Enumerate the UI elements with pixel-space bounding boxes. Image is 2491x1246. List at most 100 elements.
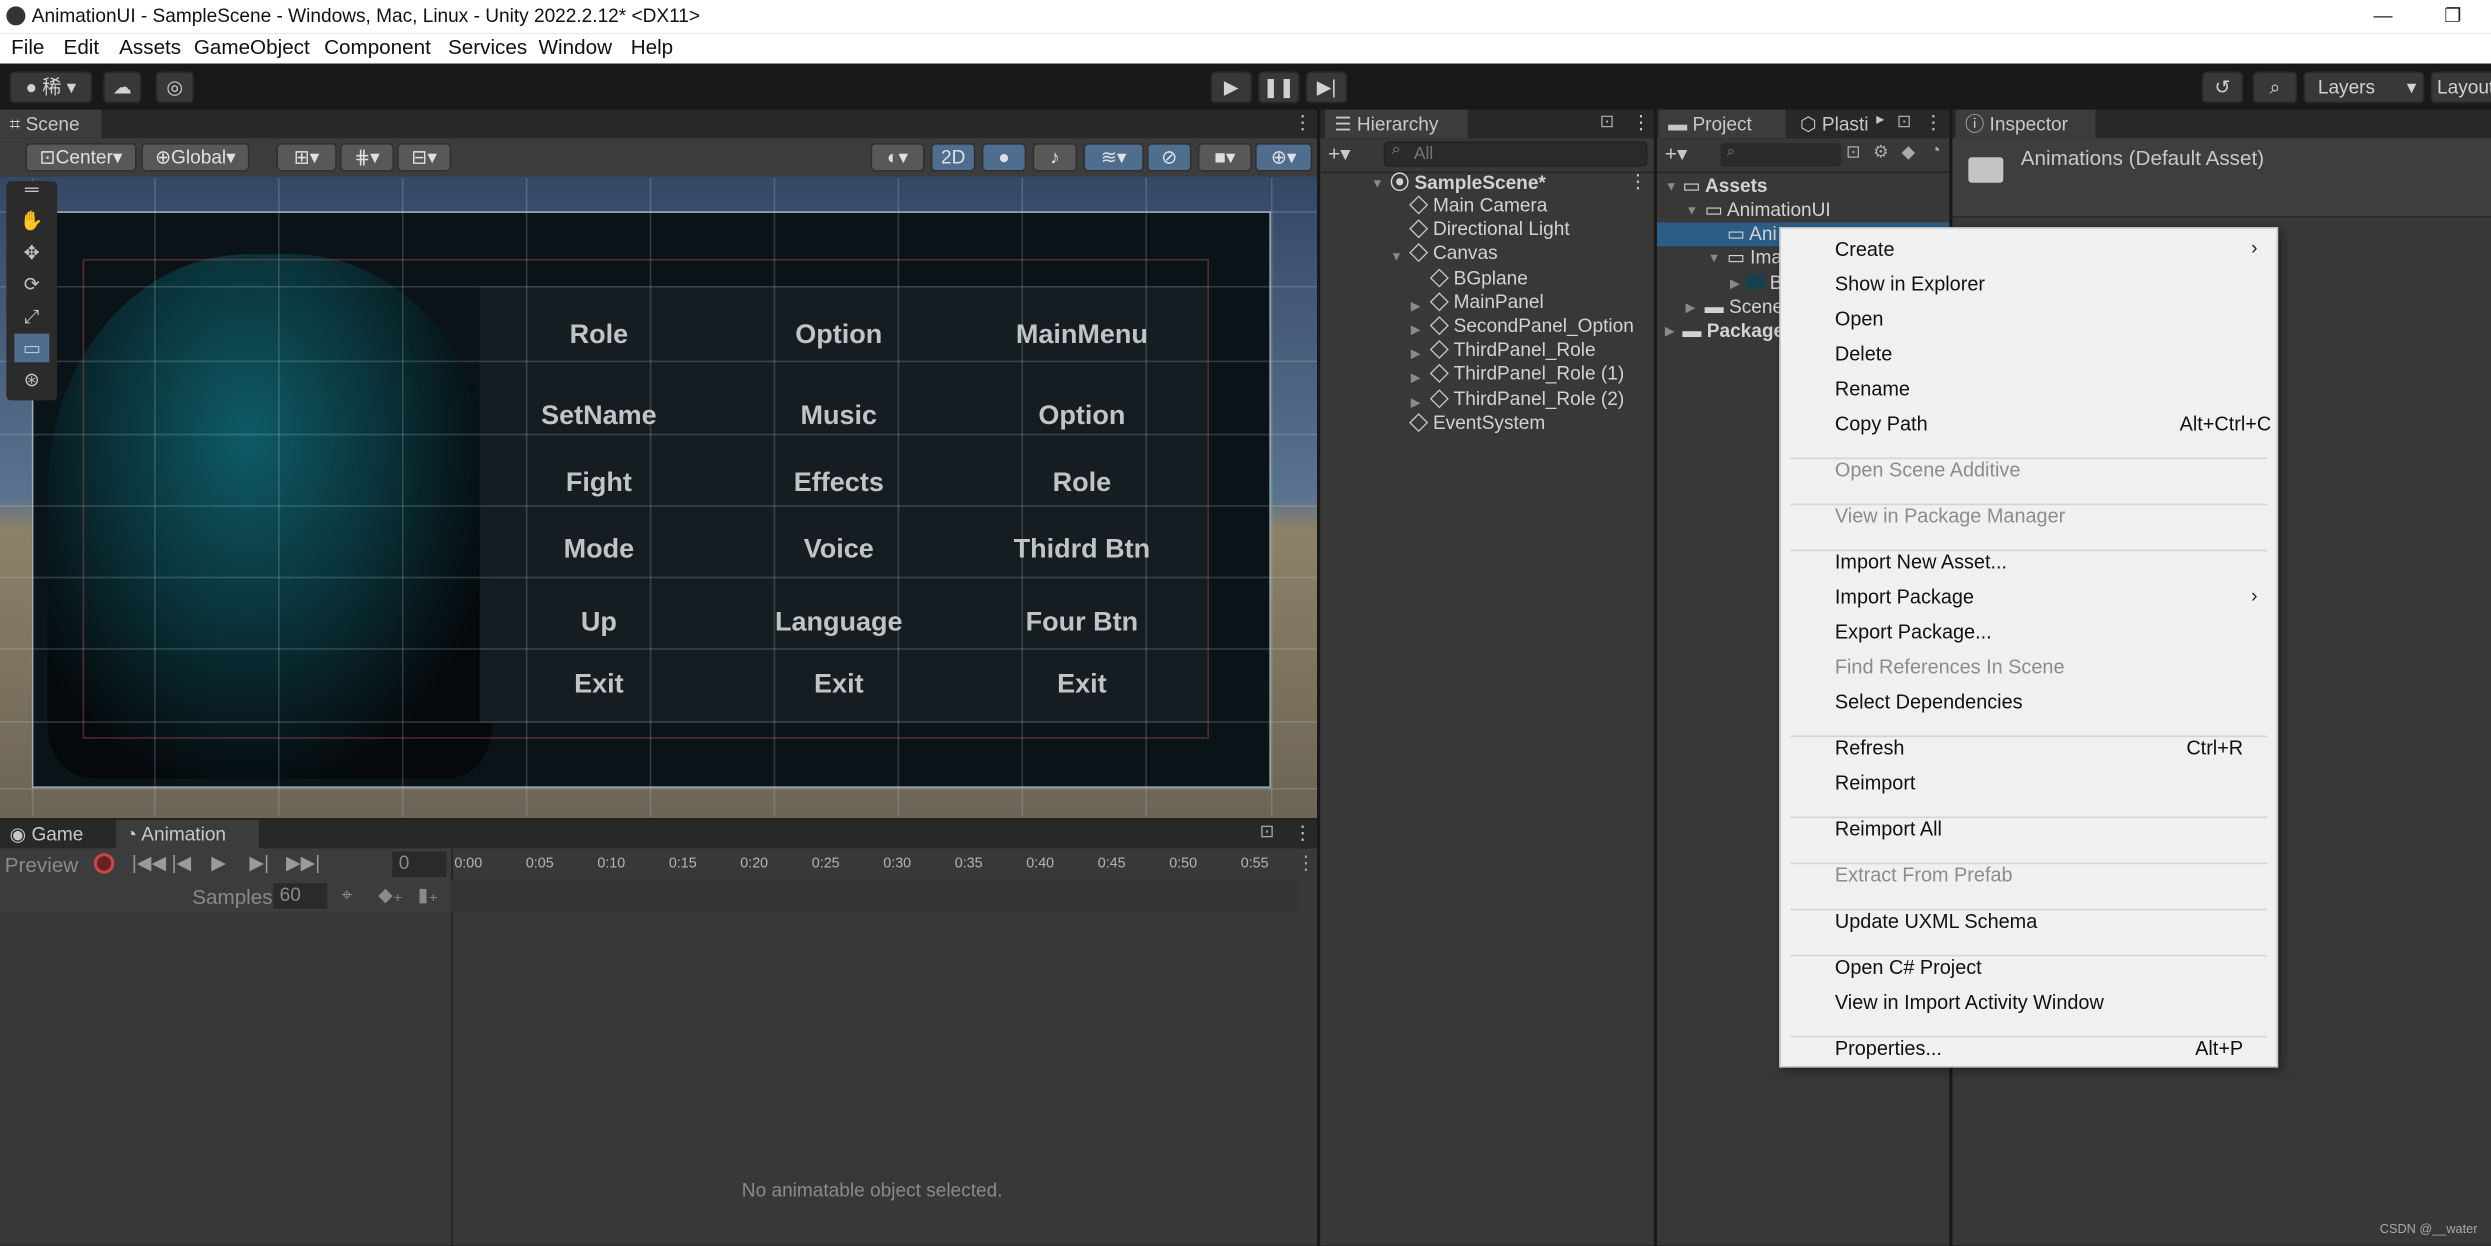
collab-button[interactable]: ◎: [155, 71, 194, 104]
hierarchy-item[interactable]: Main Camera: [1409, 194, 1547, 216]
menu-edit[interactable]: Edit: [64, 35, 100, 59]
project-images[interactable]: ▭ Ima: [1727, 246, 1782, 268]
context-menu-item[interactable]: Update UXML Schema: [1835, 910, 2037, 932]
hierarchy-item[interactable]: ThirdPanel_Role: [1429, 339, 1596, 361]
tab-animation[interactable]: ◔ Animation: [115, 819, 259, 849]
layers-dropdown[interactable]: Layers ▾: [2303, 71, 2425, 104]
expand-arrow-icon[interactable]: ▼: [1371, 176, 1384, 190]
hierarchy-search-input[interactable]: [1383, 141, 1648, 167]
hierarchy-item[interactable]: Directional Light: [1409, 218, 1570, 240]
samples-input[interactable]: 60: [273, 883, 328, 909]
tab-plastic[interactable]: ⬡ Plasti: [1790, 110, 1885, 139]
menu-component[interactable]: Component: [324, 35, 431, 59]
context-menu-item[interactable]: Show in Explorer: [1835, 273, 1985, 295]
expand-arrow-icon[interactable]: ▼: [1686, 203, 1699, 217]
kebab-menu-icon[interactable]: ⋮: [1628, 170, 1647, 192]
context-menu-item[interactable]: Open: [1835, 308, 1884, 330]
favorites-icon[interactable]: ◔: [1930, 141, 1941, 160]
tab-inspector[interactable]: ⓘ Inspector: [1955, 109, 2096, 139]
transform-tool-icon[interactable]: ⊛: [14, 365, 49, 394]
hierarchy-item[interactable]: ThirdPanel_Role (2): [1429, 387, 1624, 409]
lock-icon[interactable]: ⊡: [1600, 111, 1615, 132]
expand-arrow-icon[interactable]: ▼: [1390, 250, 1403, 264]
scene-ui-button[interactable]: Exit: [480, 669, 718, 701]
context-menu-item[interactable]: Open C# Project: [1835, 956, 1982, 978]
layout-dropdown[interactable]: Layout: [2430, 71, 2491, 104]
expand-arrow-icon[interactable]: ▶: [1411, 395, 1421, 409]
project-animationui[interactable]: ▭ AnimationUI: [1705, 199, 1831, 221]
search-type-icon[interactable]: ⊡: [1846, 141, 1861, 162]
expand-arrow-icon[interactable]: ▶: [1411, 322, 1421, 336]
draw-mode-dropdown[interactable]: ◐▾: [870, 142, 925, 172]
tab-game[interactable]: ◉ Game: [0, 820, 114, 849]
audio-toggle[interactable]: ♪: [1032, 142, 1078, 172]
add-keyframe-icon[interactable]: ⌖: [342, 883, 353, 907]
rect-tool-icon[interactable]: ▭: [14, 333, 50, 363]
mode-2d-button[interactable]: 2D: [930, 142, 976, 172]
scene-ui-button[interactable]: Role: [963, 467, 1201, 499]
kebab-menu-icon[interactable]: ⋮: [1293, 111, 1312, 133]
hierarchy-item[interactable]: ThirdPanel_Role (1): [1429, 363, 1624, 385]
scene-ui-button[interactable]: Up: [480, 607, 718, 639]
cloud-button[interactable]: ☁: [103, 71, 142, 104]
kebab-menu-icon[interactable]: ⋮: [1293, 821, 1312, 843]
tab-hierarchy[interactable]: ☰ Hierarchy: [1324, 109, 1468, 139]
restore-button[interactable]: ❐: [2421, 0, 2485, 33]
hierarchy-item[interactable]: SecondPanel_Option: [1429, 315, 1634, 337]
timeline-menu-icon[interactable]: ⋮: [1296, 852, 1315, 874]
play-button[interactable]: ▶: [1210, 71, 1252, 104]
scene-ui-button[interactable]: Exit: [720, 669, 958, 701]
hierarchy-item[interactable]: MainPanel: [1429, 290, 1544, 313]
increment-snap[interactable]: ⊟▾: [397, 142, 452, 172]
lighting-toggle[interactable]: ●: [981, 142, 1027, 172]
scene-ui-button[interactable]: Option: [720, 319, 958, 351]
scene-ui-button[interactable]: MainMenu: [963, 319, 1201, 351]
context-menu-item[interactable]: Select Dependencies: [1835, 691, 2023, 713]
history-button[interactable]: ↺: [2201, 71, 2244, 104]
timeline-ruler[interactable]: 0:00 0:05 0:10 0:15 0:20 0:25 0:30 0:35 0:40 0:45…: [451, 848, 1297, 881]
scene-ui-button[interactable]: Effects: [720, 467, 958, 499]
grid-snap-options[interactable]: ⋕▾: [339, 142, 394, 172]
scene-ui-button[interactable]: Language: [720, 607, 958, 639]
add-key-icon[interactable]: ◆₊: [378, 883, 403, 905]
pivot-center-dropdown[interactable]: ⊡Center▾: [25, 142, 137, 172]
expand-arrow-icon[interactable]: ▶: [1686, 300, 1696, 314]
gizmos-dropdown[interactable]: ⊕▾: [1255, 142, 1313, 172]
add-object-button[interactable]: +▾: [1328, 141, 1350, 166]
context-menu-item[interactable]: Import New Asset...: [1835, 551, 2007, 573]
hand-tool-icon[interactable]: ✋: [14, 207, 49, 236]
context-menu-item[interactable]: Reimport All: [1835, 818, 1942, 840]
context-menu-item[interactable]: Delete: [1835, 343, 1892, 365]
scale-tool-icon[interactable]: ⤢: [14, 302, 49, 331]
context-menu-item[interactable]: Export Package...: [1835, 621, 1992, 643]
menu-help[interactable]: Help: [631, 35, 673, 59]
minimize-button[interactable]: —: [2351, 0, 2415, 33]
kebab-menu-icon[interactable]: ⋮: [1924, 111, 1943, 133]
label-icon[interactable]: ◆: [1902, 141, 1915, 162]
prev-key-icon[interactable]: |◀: [172, 852, 192, 874]
record-icon[interactable]: [93, 853, 115, 874]
project-image-b[interactable]: B: [1745, 272, 1782, 294]
context-menu-item[interactable]: Rename: [1835, 378, 1910, 400]
pause-button[interactable]: ❚❚: [1258, 71, 1300, 104]
expand-arrow-icon[interactable]: ▶: [1411, 371, 1421, 385]
expand-arrow-icon[interactable]: ▶: [1665, 324, 1675, 338]
scene-ui-button[interactable]: Exit: [963, 669, 1201, 701]
project-packages[interactable]: ▬ Package: [1682, 319, 1784, 341]
scene-ui-button[interactable]: Four Btn: [963, 607, 1201, 639]
preview-button[interactable]: Preview: [5, 853, 78, 877]
lock-icon[interactable]: ⊡: [1897, 111, 1912, 132]
context-menu-item[interactable]: Reimport: [1835, 772, 1916, 794]
context-menu-item[interactable]: Copy Path Alt+Ctrl+C: [1835, 413, 2271, 435]
last-key-icon[interactable]: ▶▶|: [286, 852, 320, 874]
menu-services[interactable]: Services: [448, 35, 527, 59]
project-search-input[interactable]: ⌕: [1720, 142, 1842, 167]
first-key-icon[interactable]: |◀◀: [132, 852, 166, 874]
frame-input[interactable]: 0: [392, 851, 447, 877]
expand-arrow-icon[interactable]: ▼: [1708, 251, 1721, 265]
create-asset-button[interactable]: +▾: [1665, 141, 1687, 166]
account-button[interactable]: ● 稀 ▾: [9, 71, 93, 104]
scene-ui-button[interactable]: Fight: [480, 467, 718, 499]
move-tool-icon[interactable]: ✥: [14, 238, 49, 267]
scene-ui-button[interactable]: Mode: [480, 534, 718, 566]
